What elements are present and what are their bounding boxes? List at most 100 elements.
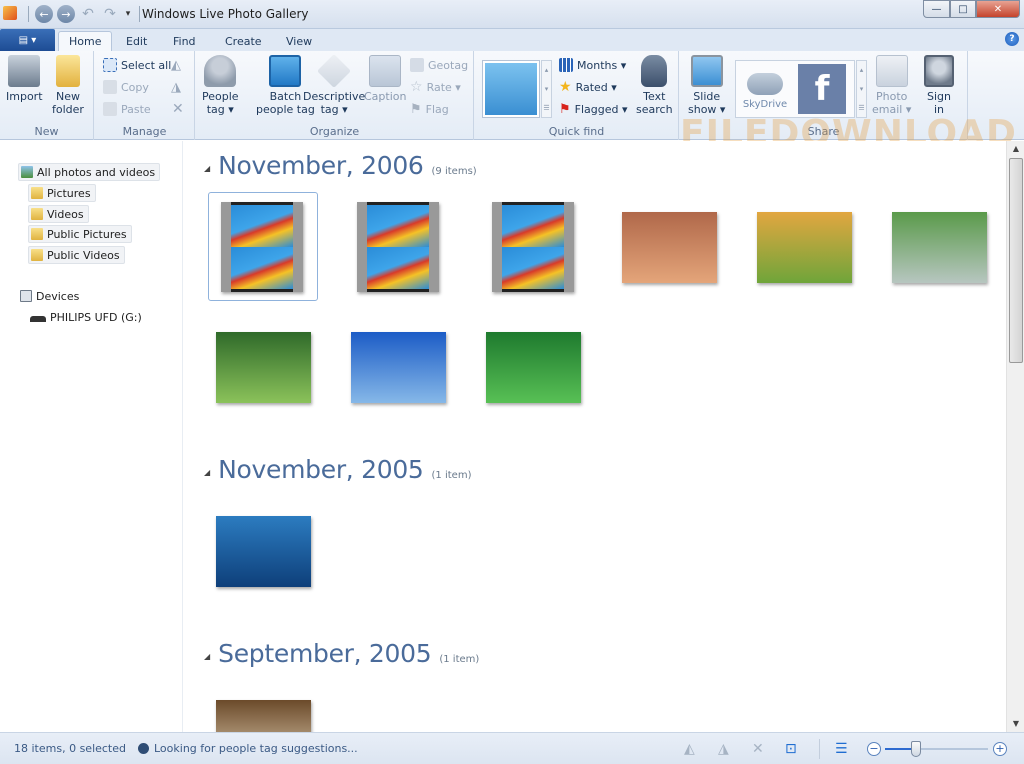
zoom-in-button[interactable]: +	[993, 742, 1007, 756]
details-view-icon[interactable]: ☰	[835, 741, 848, 757]
caption-button[interactable]: Caption	[364, 55, 406, 103]
section-header[interactable]: ◢ November, 2006 (9 items)	[204, 151, 477, 180]
descriptive-label-2: tag ▾	[320, 103, 348, 116]
flag-label: Flag	[425, 102, 449, 116]
nav-public-videos[interactable]: Public Videos	[28, 246, 125, 264]
flagged-button[interactable]: ⚑ Flagged ▾	[559, 100, 628, 118]
nav-device-philips-ufd[interactable]: PHILIPS UFD (G:)	[28, 308, 146, 326]
ribbon-tabs: ▤ ▾ Home Edit Find Create View ?	[0, 29, 1024, 51]
new-folder-button[interactable]: New folder	[52, 55, 84, 116]
photo-thumbnail-trees[interactable]	[216, 700, 311, 732]
group-new: Import New folder New	[0, 51, 94, 140]
rate-label: Rate ▾	[426, 80, 461, 94]
months-label: Months ▾	[577, 58, 627, 72]
nav-all-photos-and-videos[interactable]: All photos and videos	[18, 163, 161, 181]
maximize-button[interactable]: □	[950, 0, 976, 18]
tab-view[interactable]: View	[276, 31, 322, 51]
collapse-triangle-icon[interactable]: ◢	[204, 652, 210, 661]
delete-button[interactable]: ✕	[172, 100, 184, 118]
undo-icon[interactable]: ↶	[79, 6, 97, 22]
slideshow-label-1: Slide	[693, 90, 721, 103]
nav-label: Public Videos	[47, 248, 120, 262]
slideshow-button[interactable]: Slide show ▾	[688, 55, 725, 116]
select-all-button[interactable]: Select all	[103, 56, 171, 74]
photo-thumbnail-desert[interactable]	[622, 212, 717, 283]
slideshow-icon[interactable]: ⊡	[785, 741, 797, 757]
redo-icon[interactable]: ↷	[101, 6, 119, 22]
facebook-button[interactable]: f	[798, 64, 846, 114]
copy-button[interactable]: Copy	[103, 78, 149, 96]
photo-thumbnail-pier[interactable]	[351, 332, 446, 403]
tab-home[interactable]: Home	[58, 31, 113, 51]
vertical-scrollbar[interactable]: ▲ ▼	[1006, 141, 1024, 732]
nav-public-pictures[interactable]: Public Pictures	[28, 225, 132, 243]
group-organize: People tag ▾ Batch people tag Descriptiv…	[196, 51, 474, 140]
nav-pictures[interactable]: Pictures	[28, 184, 96, 202]
people-gallery[interactable]	[482, 60, 540, 118]
tab-create[interactable]: Create	[215, 31, 272, 51]
photo-thumbnail-forest[interactable]	[216, 332, 311, 403]
scroll-up-arrow[interactable]: ▲	[1007, 141, 1024, 157]
import-button[interactable]: Import	[6, 55, 43, 103]
months-button[interactable]: Months ▾	[559, 56, 626, 74]
section-header[interactable]: ◢ September, 2005 (1 item)	[204, 639, 479, 668]
zoom-slider-thumb[interactable]	[911, 741, 921, 757]
zoom-slider-track[interactable]	[885, 748, 988, 750]
section-title: November, 2005	[218, 455, 424, 484]
collapse-triangle-icon[interactable]: ◢	[204, 164, 210, 173]
videos-folder-icon	[31, 208, 43, 220]
video-thumbnail[interactable]	[221, 202, 303, 292]
video-thumbnail[interactable]	[492, 202, 574, 292]
skydrive-button[interactable]: SkyDrive	[741, 67, 789, 115]
sign-in-button[interactable]: Sign in	[924, 55, 954, 116]
nav-label: PHILIPS UFD (G:)	[50, 310, 142, 324]
rotate-left-button[interactable]: ◭	[171, 56, 181, 74]
section-count: (1 item)	[431, 470, 472, 481]
zoom-out-button[interactable]: −	[867, 742, 881, 756]
photo-gallery-app-icon[interactable]	[3, 6, 17, 20]
rated-button[interactable]: ★ Rated ▾	[559, 78, 617, 96]
minimize-button[interactable]: —	[923, 0, 950, 18]
collapse-triangle-icon[interactable]: ◢	[204, 468, 210, 477]
photo-email-button[interactable]: Photo email ▾	[872, 55, 911, 116]
app-menu-button[interactable]: ▤ ▾	[0, 29, 55, 51]
gallery-scroll[interactable]: ▴ ▾ ☰	[541, 60, 552, 118]
flag-button[interactable]: ⚑ Flag	[410, 100, 449, 118]
paste-button[interactable]: Paste	[103, 100, 151, 118]
close-button[interactable]: ✕	[976, 0, 1020, 18]
video-thumbnail[interactable]	[357, 202, 439, 292]
rate-button[interactable]: ☆ Rate ▾	[410, 78, 461, 96]
help-icon[interactable]: ?	[1005, 32, 1019, 46]
section-count: (9 items)	[431, 166, 477, 177]
back-icon[interactable]: ←	[35, 5, 53, 23]
customize-toolbar-icon[interactable]: ▾	[123, 9, 133, 19]
people-tag-button[interactable]: People tag ▾	[202, 55, 239, 116]
photo-thumbnail-whale[interactable]	[216, 516, 311, 587]
rotate-right-icon[interactable]: ◮	[718, 741, 729, 757]
forward-icon[interactable]: →	[57, 5, 75, 23]
photo-thumbnail-flowers[interactable]	[486, 332, 581, 403]
descriptive-tag-button[interactable]: Descriptive tag ▾	[303, 54, 365, 116]
separator	[139, 6, 140, 22]
tab-find[interactable]: Find	[163, 31, 206, 51]
rotate-right-button[interactable]: ◮	[171, 78, 181, 96]
star-icon: ★	[559, 79, 572, 95]
rotate-left-icon[interactable]: ◭	[684, 741, 695, 757]
person-icon	[204, 55, 237, 87]
geotag-button[interactable]: Geotag	[410, 56, 468, 74]
text-search-button[interactable]: Text search	[636, 55, 673, 116]
quick-access-toolbar: ← → ↶ ↷ ▾	[26, 5, 142, 23]
delete-icon[interactable]: ✕	[752, 741, 764, 757]
section-header[interactable]: ◢ November, 2005 (1 item)	[204, 455, 471, 484]
scroll-down-arrow[interactable]: ▼	[1007, 716, 1024, 732]
nav-videos[interactable]: Videos	[28, 205, 89, 223]
group-quick-find: ▴ ▾ ☰ Months ▾ ★ Rated ▾ ⚑ Flagged ▾ Text …	[475, 51, 679, 140]
nav-devices[interactable]: Devices	[18, 287, 83, 305]
scroll-thumb[interactable]	[1009, 158, 1023, 363]
photo-thumbnail-autumn[interactable]	[757, 212, 852, 283]
tab-edit[interactable]: Edit	[116, 31, 157, 51]
photo-thumbnail-stream[interactable]	[892, 212, 987, 283]
share-gallery-scroll[interactable]: ▴ ▾ ☰	[856, 60, 867, 118]
clock-icon	[138, 743, 149, 754]
text-search-label-2: search	[636, 103, 673, 116]
